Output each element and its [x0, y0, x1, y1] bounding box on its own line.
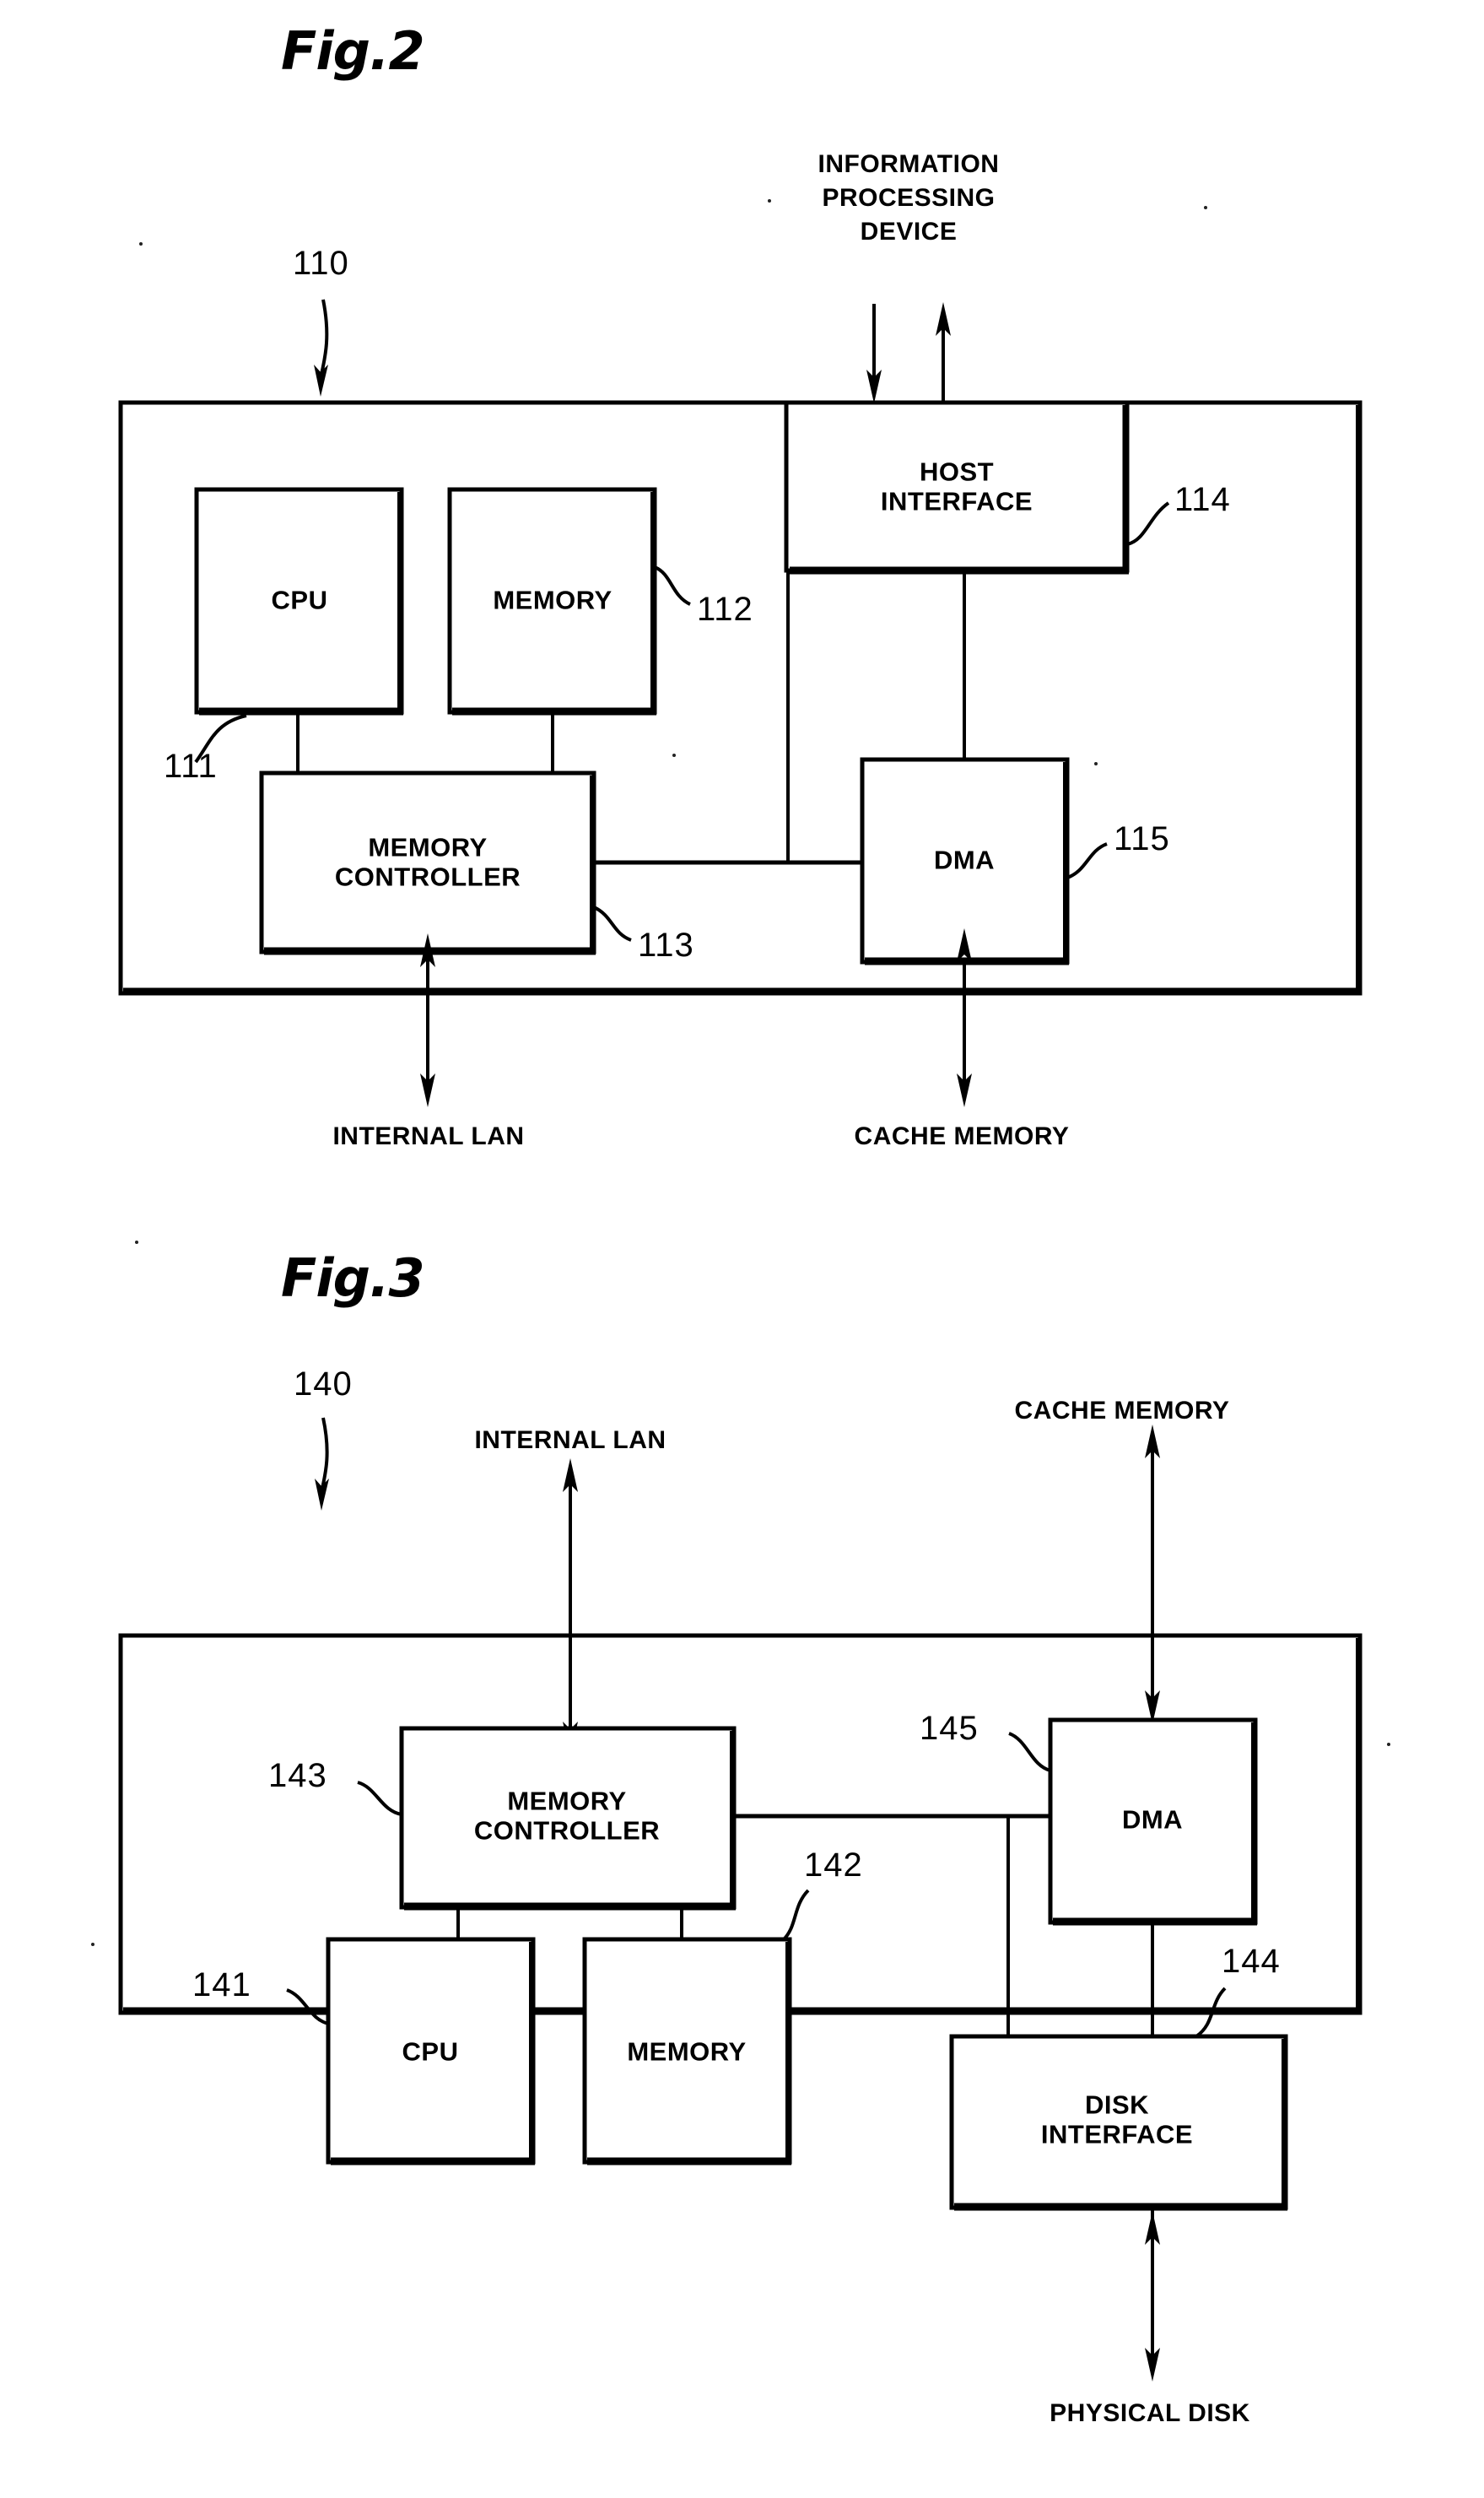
fig3-disk-interface-block-label: DISK INTERFACE: [1040, 2090, 1194, 2149]
fig2-information-processing-device-label-line1: INFORMATION: [818, 150, 1000, 178]
scan-speck: [139, 242, 143, 246]
fig3-cache-memory-label: CACHE MEMORY: [1014, 1397, 1230, 1425]
patent-figure-sheet: Fig.2 INFORMATION PROCESSING DEVICE 110 …: [0, 0, 1484, 2498]
fig3-reference-144: 144: [1222, 1943, 1281, 1980]
scan-speck: [91, 1943, 94, 1946]
fig2-memory-controller-block-label: MEMORY CONTROLLER: [334, 832, 521, 891]
fig2-internal-lan-label: INTERNAL LAN: [332, 1122, 525, 1150]
fig2-reference-113: 113: [638, 927, 694, 964]
fig3-memory-block-label: MEMORY: [627, 2036, 747, 2067]
fig3-reference-141: 141: [192, 1966, 251, 2003]
fig2-host-interface-block-label: HOST INTERFACE: [880, 457, 1033, 516]
fig2-information-processing-device-label-line2: PROCESSING: [822, 184, 996, 212]
scan-speck: [1094, 762, 1098, 765]
fig2-memory-block-label: MEMORY: [493, 585, 612, 615]
fig3-cpu-block-label: CPU: [402, 2036, 459, 2067]
fig2-cpu-block-label: CPU: [271, 585, 328, 615]
fig3-reference-142: 142: [804, 1846, 863, 1884]
fig3-reference-145: 145: [920, 1710, 979, 1747]
fig2-reference-115: 115: [1114, 820, 1170, 857]
fig3-memory-controller-block-label: MEMORY CONTROLLER: [473, 1786, 661, 1845]
figure-linework: [118, 299, 1363, 2382]
fig2-reference-114: 114: [1174, 481, 1231, 518]
fig2-dma-block-label: DMA: [933, 845, 996, 875]
fig3-title: Fig.3: [281, 1247, 425, 1309]
fig2-cache-memory-label: CACHE MEMORY: [854, 1122, 1070, 1150]
fig3-dma-block-label: DMA: [1121, 1804, 1184, 1835]
fig3-internal-lan-label: INTERNAL LAN: [474, 1426, 666, 1454]
fig2-reference-112: 112: [697, 591, 753, 628]
fig3-physical-disk-label: PHYSICAL DISK: [1050, 2399, 1250, 2427]
fig3-reference-140: 140: [294, 1365, 353, 1403]
fig3-reference-143: 143: [268, 1757, 327, 1794]
scan-speck: [1387, 1743, 1390, 1746]
fig2-reference-110: 110: [293, 245, 349, 282]
scan-speck: [1204, 206, 1207, 209]
fig2-title: Fig.2: [281, 20, 425, 82]
scan-speck: [672, 754, 676, 757]
fig2-information-processing-device-label-line3: DEVICE: [860, 218, 958, 246]
scan-speck: [768, 199, 771, 203]
scan-speck: [135, 1241, 138, 1244]
fig2-reference-111: 111: [164, 748, 218, 785]
